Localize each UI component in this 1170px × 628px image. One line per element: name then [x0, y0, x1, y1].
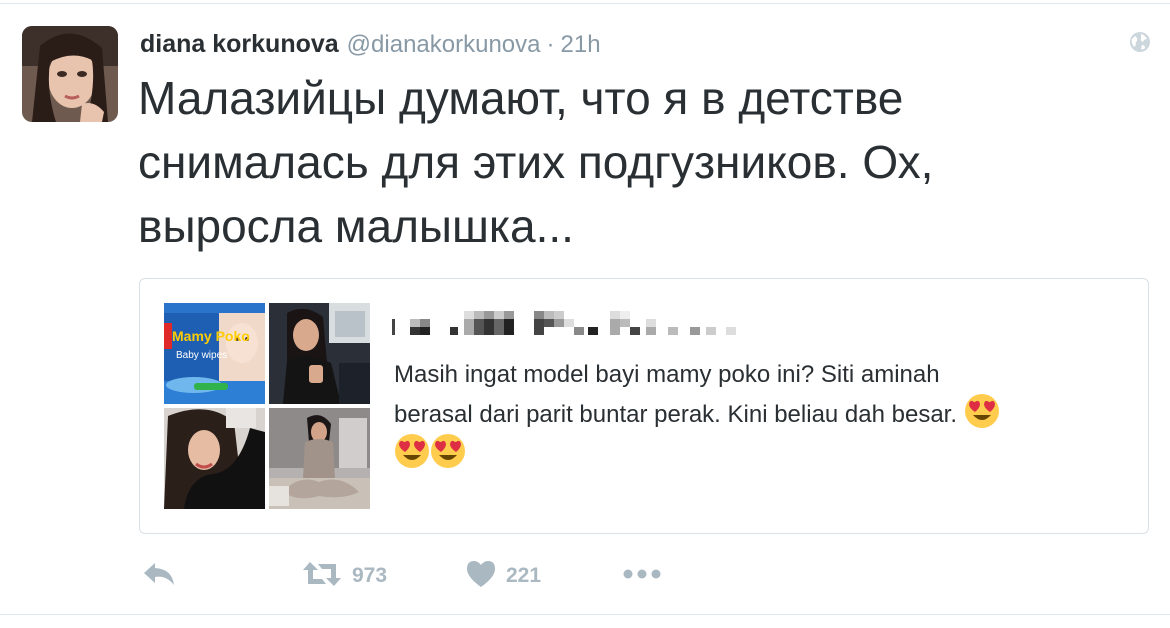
quoted-tweet-text: Masih ingat model bayi mamy poko ini? Si… [394, 357, 1114, 473]
tweet-text-line: Малазийцы думают, что я в детстве [138, 72, 904, 124]
tweet-card[interactable]: diana korkunova @dianakorkunova · 21h Ма… [0, 0, 1170, 628]
author-fullname[interactable]: diana korkunova [140, 30, 339, 59]
divider-top [0, 3, 1170, 4]
quoted-author-name-pixelated [392, 311, 772, 339]
meta-separator: · [546, 31, 555, 58]
media-thumbnail-car[interactable] [269, 303, 370, 404]
tweet-text-line: выросла малышка... [138, 200, 574, 252]
heart-eyes-emoji [430, 433, 466, 469]
media-thumbnail-product[interactable]: Mamy Poko Baby wipes [164, 303, 265, 404]
product-brand-text: Mamy Poko [172, 328, 250, 344]
media-grid[interactable]: Mamy Poko Baby wipes [164, 303, 370, 509]
globe-icon [1128, 30, 1152, 54]
tweet-actions: 973 221 [140, 556, 740, 596]
reply-icon [142, 561, 176, 592]
heart-icon [466, 560, 496, 593]
media-thumbnail-sitting[interactable] [269, 408, 370, 509]
like-count: 221 [506, 564, 542, 587]
tweet-timestamp[interactable]: 21h [561, 31, 601, 59]
more-button[interactable] [622, 556, 662, 596]
quoted-text-line-2: berasal dari parit buntar perak. Kini be… [394, 401, 958, 428]
product-line-text: Baby wipes [176, 350, 227, 361]
avatar[interactable] [22, 26, 118, 122]
tweet-text: Малазийцы думают, что я в детстве снимал… [138, 66, 1138, 258]
more-icon [622, 567, 662, 585]
quoted-text-line [394, 433, 1114, 473]
heart-eyes-emoji [394, 433, 430, 469]
media-thumbnail-portrait[interactable] [164, 408, 265, 509]
heart-eyes-emoji [964, 393, 1000, 429]
quoted-text-line: berasal dari parit buntar perak. Kini be… [394, 393, 1114, 433]
tweet-header: diana korkunova @dianakorkunova · 21h [140, 30, 601, 60]
divider-bottom [0, 614, 1170, 615]
author-username[interactable]: @dianakorkunova [347, 31, 541, 59]
quoted-text-line-1: Masih ingat model bayi mamy poko ini? Si… [394, 361, 940, 388]
reply-button[interactable] [142, 556, 176, 596]
retweet-button[interactable]: 973 [302, 556, 387, 596]
retweet-count: 973 [352, 564, 388, 587]
retweet-icon [302, 560, 342, 593]
tweet-text-line: снималась для этих подгузников. Ох, [138, 136, 934, 188]
like-button[interactable]: 221 [466, 556, 541, 596]
quoted-text-line: Masih ingat model bayi mamy poko ini? Si… [394, 357, 1114, 393]
quoted-tweet[interactable]: Mamy Poko Baby wipes Masih ingat model b… [139, 278, 1149, 534]
